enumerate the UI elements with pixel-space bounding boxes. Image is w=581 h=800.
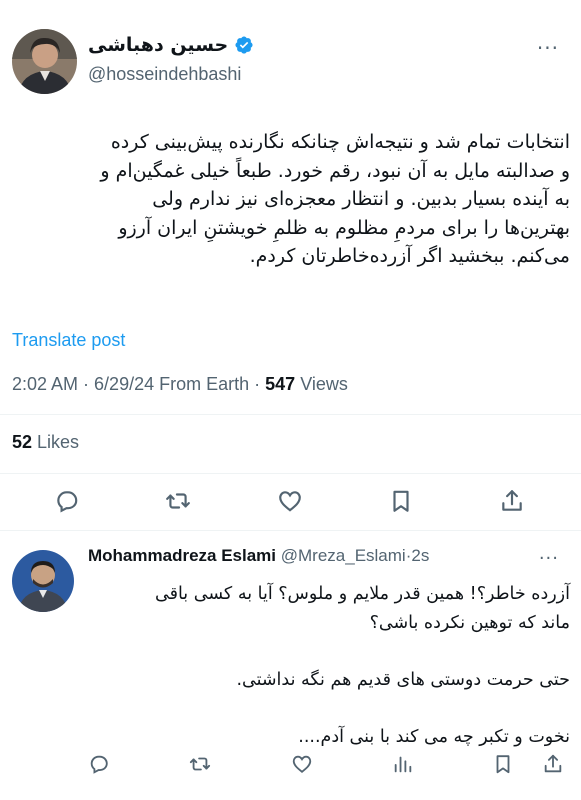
reply-text-line (88, 637, 570, 666)
verified-badge-icon (234, 35, 254, 55)
reply-text-line: ماند که توهین نکرده باشی؟ (369, 612, 570, 633)
retweet-icon[interactable] (163, 486, 193, 516)
tweet-text: انتخابات تمام شد و نتیجه‌اش چنانکه نگارن… (12, 128, 570, 271)
display-name[interactable]: حسین دهباشی (88, 34, 228, 56)
like-icon[interactable] (275, 486, 305, 516)
likes-count: 52 (12, 432, 33, 452)
tweet-source: From Earth (154, 374, 250, 394)
divider (0, 414, 581, 415)
bookmark-icon[interactable] (488, 749, 518, 779)
avatar[interactable] (12, 550, 74, 612)
reply-text-line: نخوت و تکبر چه می کند با بنی آدم.... (298, 726, 570, 747)
reply-icon[interactable] (84, 749, 114, 779)
divider (0, 530, 581, 531)
more-options-icon[interactable]: ··· (539, 548, 559, 569)
reply-time[interactable]: 2s (411, 546, 429, 565)
views-count: 547 (265, 374, 296, 394)
avatar[interactable] (12, 29, 77, 94)
more-options-icon[interactable]: ··· (537, 36, 559, 60)
tweet-date[interactable]: 6/29/24 (94, 374, 154, 394)
tweet-text-line: و صدالبته مایل به آن نبود، رقم خورد. طبع… (100, 159, 570, 182)
reply-display-name[interactable]: Mohammadreza Eslami (88, 546, 276, 565)
retweet-icon[interactable] (185, 749, 215, 779)
share-icon[interactable] (497, 486, 527, 516)
divider (0, 473, 581, 474)
views-icon[interactable] (388, 749, 418, 779)
reply-text: آزرده خاطر؟! همین قدر ملایم و ملوس؟ آیا … (88, 580, 570, 751)
main-tweet: حسین دهباشی @hosseindehbashi ··· انتخابا… (0, 0, 581, 530)
tweet-actions (0, 486, 581, 516)
meta-separator: · (249, 374, 266, 394)
reply-handle[interactable]: @Mreza_Eslami (281, 546, 406, 565)
meta-separator: · (78, 374, 95, 394)
tweet-meta: 2:02 AM · 6/29/24 From Earth · 547 Views (12, 374, 348, 395)
tweet-time[interactable]: 2:02 AM (12, 374, 78, 394)
reply-actions (0, 749, 581, 779)
bookmark-icon[interactable] (386, 486, 416, 516)
like-icon[interactable] (287, 749, 317, 779)
tweet-text-line: بهترین‌ها را برای مردمِ مظلوم به ظلمِ خو… (118, 216, 570, 239)
handle[interactable]: @hosseindehbashi (88, 64, 241, 85)
reply-tweet: Mohammadreza Eslami @Mreza_Eslami·2s ···… (0, 532, 581, 800)
reply-text-line: حتی حرمت دوستی های قدیم هم نگه نداشتی. (236, 669, 570, 690)
tweet-text-line: انتخابات تمام شد و نتیجه‌اش چنانکه نگارن… (110, 131, 570, 153)
reply-text-line (88, 694, 570, 723)
reply-text-line: آزرده خاطر؟! همین قدر ملایم و ملوس؟ آیا … (155, 584, 570, 604)
tweet-text-line: به آینده بسیار بدبین. و انتظار معجزه‌ای … (152, 188, 570, 210)
reply-icon[interactable] (52, 486, 82, 516)
share-icon[interactable] (538, 749, 568, 779)
reply-header: Mohammadreza Eslami @Mreza_Eslami·2s (88, 546, 429, 566)
likes-summary[interactable]: 52 Likes (12, 432, 79, 453)
tweet-text-line: می‌کنم. ببخشید اگر آزرده‌خاطرتان کردم. (249, 245, 570, 267)
views-label: Views (295, 374, 348, 394)
likes-label: Likes (32, 432, 80, 452)
translate-post-link[interactable]: Translate post (12, 330, 125, 351)
